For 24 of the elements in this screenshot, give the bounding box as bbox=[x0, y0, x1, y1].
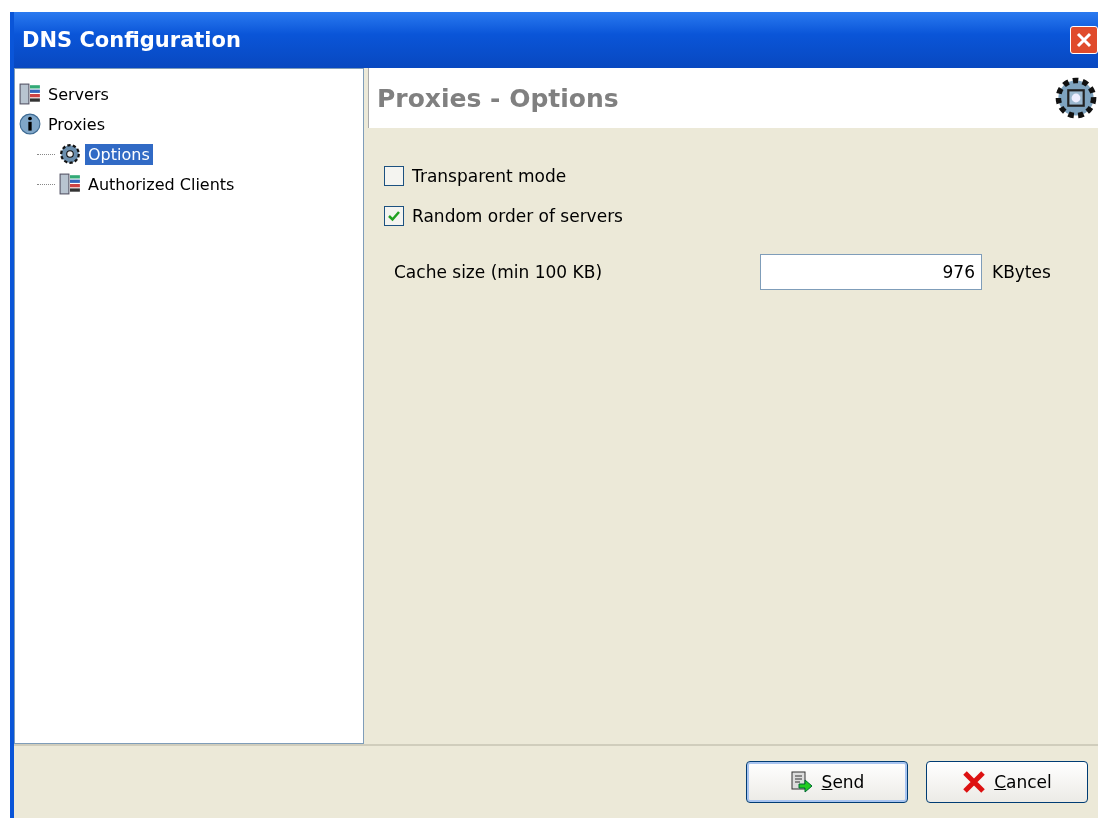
page-heading: Proxies - Options bbox=[377, 83, 619, 113]
checkbox[interactable] bbox=[384, 206, 404, 226]
cache-size-label: Cache size (min 100 KB) bbox=[394, 262, 604, 282]
tree-item[interactable]: Proxies bbox=[45, 113, 108, 135]
server-stack-icon bbox=[19, 83, 41, 105]
server-stack-icon bbox=[59, 173, 81, 195]
checkbox[interactable] bbox=[384, 166, 404, 186]
checkbox-label: Random order of servers bbox=[412, 206, 623, 226]
tree-item[interactable]: Servers bbox=[45, 83, 112, 105]
check-icon bbox=[387, 209, 401, 223]
close-icon bbox=[962, 770, 987, 794]
tree-item[interactable]: Authorized Clients bbox=[85, 173, 238, 195]
document-arrow-icon bbox=[789, 770, 814, 794]
info-icon bbox=[19, 113, 41, 135]
gear-icon bbox=[59, 143, 81, 165]
send-button[interactable]: Send bbox=[746, 761, 908, 803]
window-title: DNS Configuration bbox=[21, 28, 241, 52]
cache-size-field[interactable]: 976 bbox=[760, 254, 982, 290]
tree-item[interactable]: Options bbox=[85, 143, 153, 165]
close-button[interactable] bbox=[1070, 26, 1098, 54]
checkbox-label: Transparent mode bbox=[412, 166, 567, 186]
gear-icon bbox=[1054, 76, 1098, 120]
cancel-button[interactable]: Cancel bbox=[926, 761, 1088, 803]
unit-label: KBytes bbox=[992, 262, 1051, 282]
